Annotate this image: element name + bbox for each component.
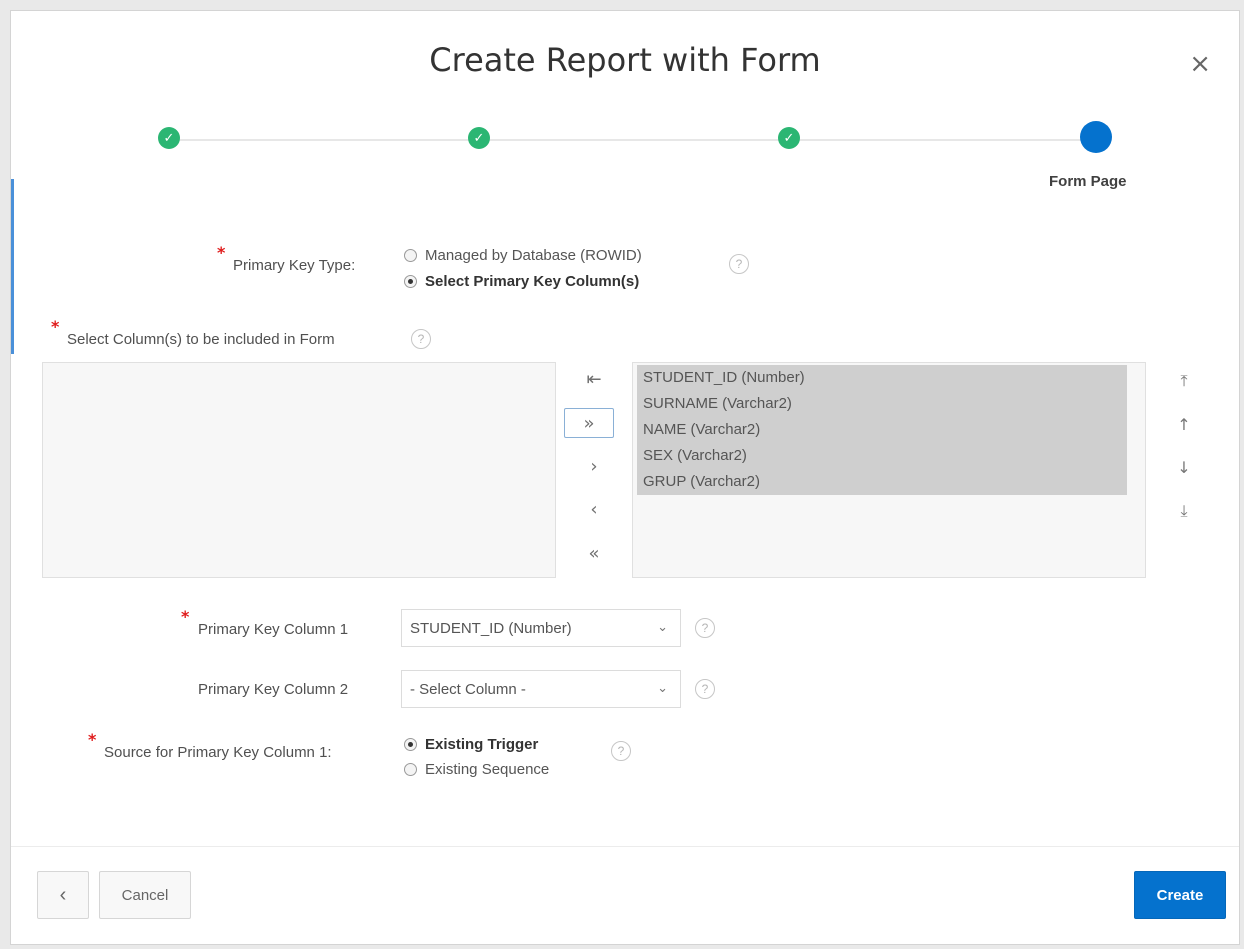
move-bottom-icon[interactable]: ⤓	[1172, 497, 1196, 525]
chevron-down-icon: ⌄	[657, 680, 668, 695]
chevron-down-icon: ⌄	[657, 619, 668, 634]
select-value: STUDENT_ID (Number)	[410, 619, 572, 637]
list-item[interactable]: GRUP (Varchar2)	[637, 469, 1127, 495]
help-icon[interactable]: ?	[695, 679, 715, 699]
wizard-track	[171, 139, 1101, 141]
move-up-icon[interactable]: ↑	[1172, 410, 1196, 438]
dialog-title: Create Report with Form	[429, 41, 821, 79]
back-button[interactable]: ‹	[37, 871, 89, 919]
create-report-dialog: Create Report with Form × ✓ ✓ ✓ Form Pag…	[10, 10, 1240, 945]
radio-label: Managed by Database (ROWID)	[425, 247, 642, 264]
radio-button[interactable]	[404, 249, 417, 262]
list-item[interactable]: SURNAME (Varchar2)	[637, 391, 1127, 417]
help-icon[interactable]: ?	[611, 741, 631, 761]
wizard-step-1-check-icon: ✓	[158, 127, 180, 149]
selected-columns-list[interactable]: STUDENT_ID (Number) SURNAME (Varchar2) N…	[632, 362, 1146, 578]
radio-button-selected[interactable]	[404, 738, 417, 751]
required-marker: *	[181, 607, 190, 626]
pk-column-1-label: Primary Key Column 1	[198, 621, 349, 638]
primary-key-type-label: Primary Key Type:	[233, 257, 356, 274]
radio-button-selected[interactable]	[404, 275, 417, 288]
radio-label: Select Primary Key Column(s)	[425, 273, 640, 290]
help-icon[interactable]: ?	[695, 618, 715, 638]
cancel-button[interactable]: Cancel	[99, 871, 191, 919]
wizard-step-2-check-icon: ✓	[468, 127, 490, 149]
list-item[interactable]: NAME (Varchar2)	[637, 417, 1127, 443]
move-all-button[interactable]: »	[564, 408, 614, 438]
close-icon[interactable]: ×	[1189, 51, 1211, 77]
pk-column-2-select[interactable]: - Select Column - ⌄	[401, 670, 681, 708]
create-button[interactable]: Create	[1134, 871, 1226, 919]
radio-existing-trigger-option[interactable]: Existing Trigger	[404, 736, 538, 753]
footer-divider	[11, 846, 1239, 847]
list-item[interactable]: SEX (Varchar2)	[637, 443, 1127, 469]
pk-source-label: Source for Primary Key Column 1:	[104, 744, 332, 761]
move-button[interactable]: ›	[572, 451, 616, 481]
move-top-icon[interactable]: ⤒	[1172, 367, 1196, 395]
wizard-current-label: Form Page	[1049, 173, 1127, 190]
move-down-icon[interactable]: ↓	[1172, 453, 1196, 481]
remove-button[interactable]: ‹	[572, 494, 616, 524]
available-columns-list[interactable]	[42, 362, 556, 578]
radio-rowid-option[interactable]: Managed by Database (ROWID)	[404, 247, 642, 264]
list-item[interactable]: STUDENT_ID (Number)	[637, 365, 1127, 391]
left-accent-bar	[11, 179, 14, 354]
help-icon[interactable]: ?	[729, 254, 749, 274]
select-value: - Select Column -	[410, 680, 526, 698]
remove-all-button[interactable]: «	[572, 538, 616, 568]
reset-shuttle-icon[interactable]: ⇤	[572, 364, 616, 394]
pk-column-2-label: Primary Key Column 2	[198, 681, 349, 698]
required-marker: *	[217, 243, 226, 262]
radio-existing-sequence-option[interactable]: Existing Sequence	[404, 761, 549, 778]
pk-column-1-select[interactable]: STUDENT_ID (Number) ⌄	[401, 609, 681, 647]
required-marker: *	[88, 730, 97, 749]
wizard-step-3-check-icon: ✓	[778, 127, 800, 149]
radio-label: Existing Sequence	[425, 761, 550, 778]
required-marker: *	[51, 317, 60, 336]
select-columns-label: Select Column(s) to be included in Form	[67, 331, 335, 348]
wizard-step-current	[1080, 121, 1112, 153]
radio-button[interactable]	[404, 763, 417, 776]
help-icon[interactable]: ?	[411, 329, 431, 349]
radio-label: Existing Trigger	[425, 736, 539, 753]
radio-select-pk-columns-option[interactable]: Select Primary Key Column(s)	[404, 273, 639, 290]
